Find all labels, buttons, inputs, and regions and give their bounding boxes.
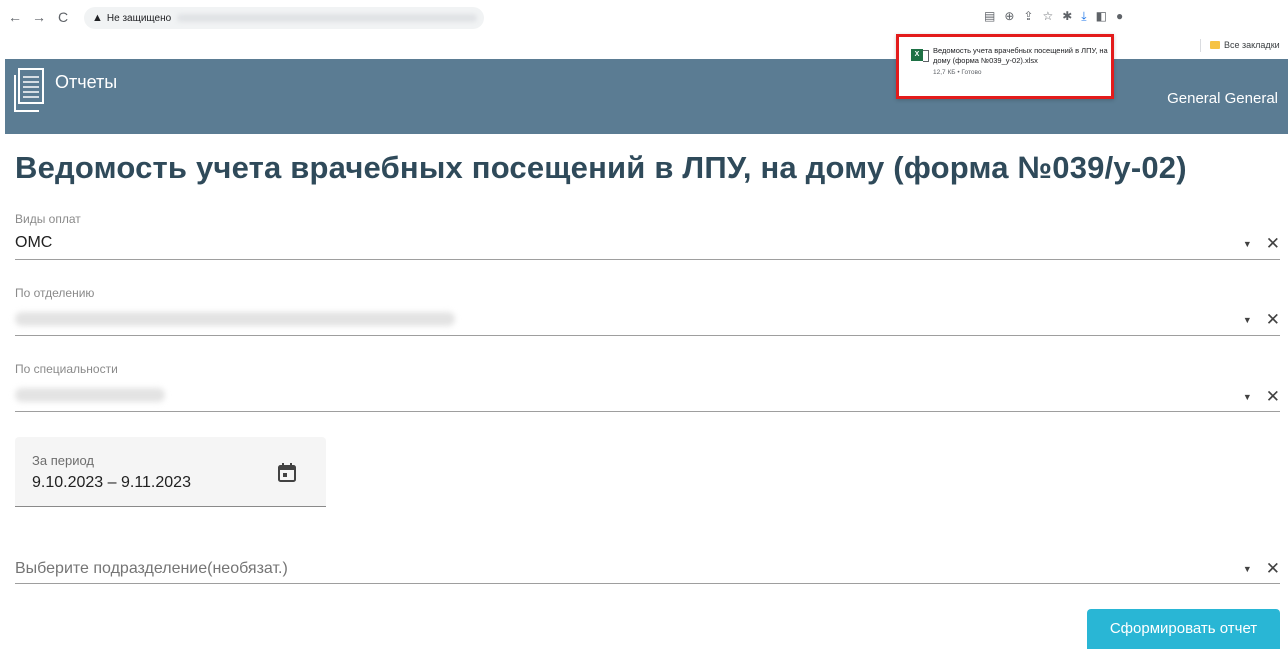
excel-file-icon: X <box>911 49 929 62</box>
forward-icon[interactable]: → <box>32 9 46 25</box>
specialty-select[interactable]: По специальности ▼ ✕ <box>15 358 1280 412</box>
bookmarks-divider <box>1200 39 1201 52</box>
translate-icon[interactable]: ▤ <box>984 9 995 24</box>
sidebar-icon[interactable]: ◧ <box>1096 9 1107 24</box>
subdivision-placeholder: Выберите подразделение(необязат.) <box>15 560 288 577</box>
dropdown-arrow-icon[interactable]: ▼ <box>1243 315 1252 325</box>
dropdown-arrow-icon[interactable]: ▼ <box>1243 392 1252 402</box>
dropdown-arrow-icon[interactable]: ▼ <box>1243 239 1252 249</box>
period-value[interactable]: 9.10.2023 – 9.11.2023 <box>32 474 191 492</box>
calendar-icon[interactable] <box>276 461 298 483</box>
browser-toolbar: ← → C ▲ Не защищено ▤ ⊕ ⇪ ☆ ✱ ⤓ ◧ ● <box>0 0 1288 36</box>
period-date-range[interactable]: За период 9.10.2023 – 9.11.2023 <box>15 437 326 507</box>
subdivision-select[interactable]: Выберите подразделение(необязат.) ▼ ✕ <box>15 548 1280 584</box>
url-text-blurred <box>177 14 478 22</box>
bookmarks-folder[interactable]: Все закладки <box>1210 40 1280 50</box>
reports-icon <box>14 68 44 112</box>
payment-type-label: Виды оплат <box>15 212 81 226</box>
generate-report-button[interactable]: Сформировать отчет <box>1087 609 1280 649</box>
payment-type-select[interactable]: Виды оплат ОМС ▼ ✕ <box>15 206 1280 260</box>
payment-type-value: ОМС <box>15 234 53 251</box>
download-icon[interactable]: ⤓ <box>1081 9 1086 24</box>
toolbar-icons: ▤ ⊕ ⇪ ☆ ✱ ⤓ ◧ ● <box>984 9 1123 24</box>
clear-icon[interactable]: ✕ <box>1266 560 1280 577</box>
download-popup[interactable]: X Ведомость учета врачебных посещений в … <box>896 34 1114 99</box>
share-icon[interactable]: ⇪ <box>1023 9 1033 24</box>
extensions-icon[interactable]: ✱ <box>1062 9 1072 24</box>
reload-icon[interactable]: C <box>56 9 70 25</box>
warning-icon: ▲ <box>92 12 103 24</box>
zoom-icon[interactable]: ⊕ <box>1004 9 1014 24</box>
browser-nav: ← → C <box>8 9 70 25</box>
download-file-name[interactable]: Ведомость учета врачебных посещений в ЛП… <box>933 46 1108 66</box>
security-label: Не защищено <box>106 12 172 24</box>
department-select[interactable]: По отделению ▼ ✕ <box>15 282 1280 336</box>
user-name[interactable]: General General <box>1167 90 1278 107</box>
download-file-meta: 12,7 КБ • Готово <box>933 69 982 76</box>
dropdown-arrow-icon[interactable]: ▼ <box>1243 564 1252 574</box>
app-title: Отчеты <box>55 72 118 92</box>
specialty-label: По специальности <box>15 362 118 376</box>
address-bar[interactable]: ▲ Не защищено <box>84 7 484 29</box>
bookmarks-label: Все закладки <box>1224 40 1280 50</box>
clear-icon[interactable]: ✕ <box>1266 235 1280 252</box>
back-icon[interactable]: ← <box>8 9 22 25</box>
department-label: По отделению <box>15 286 95 300</box>
page-title: Ведомость учета врачебных посещений в ЛП… <box>15 150 1187 185</box>
department-value-blurred <box>15 312 455 326</box>
specialty-value-blurred <box>15 388 165 402</box>
clear-icon[interactable]: ✕ <box>1266 388 1280 405</box>
period-label: За период <box>32 453 94 468</box>
folder-icon <box>1210 41 1220 49</box>
clear-icon[interactable]: ✕ <box>1266 311 1280 328</box>
star-icon[interactable]: ☆ <box>1042 9 1053 24</box>
profile-icon[interactable]: ● <box>1116 9 1123 24</box>
